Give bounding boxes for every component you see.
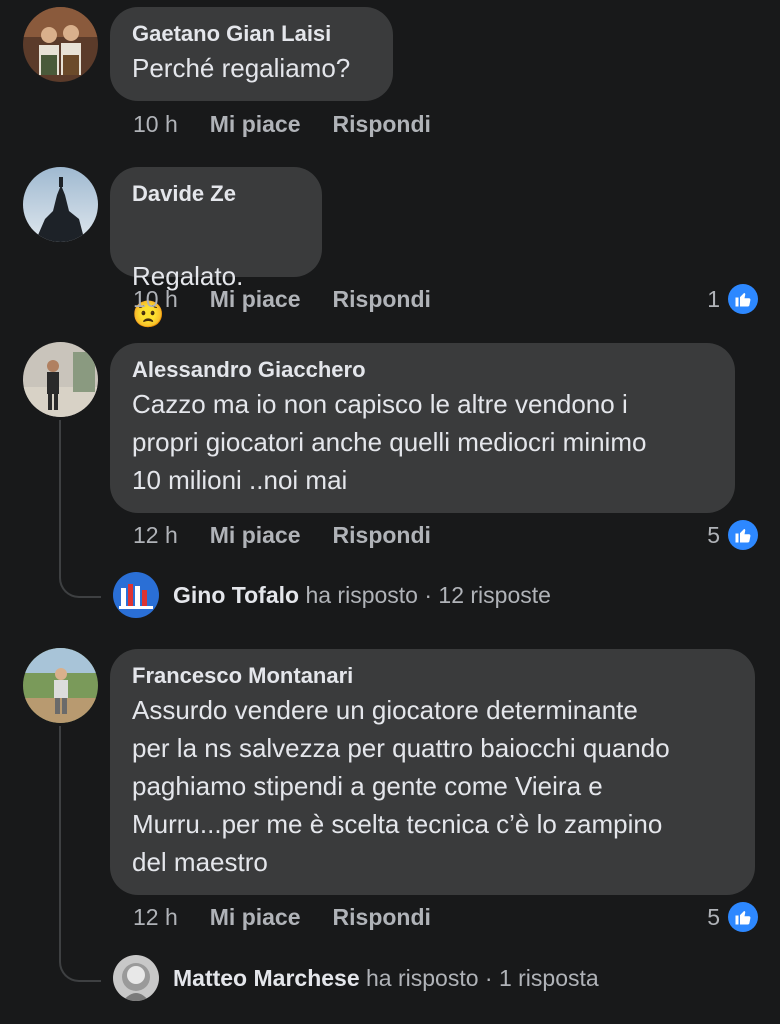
comment-actions: 12 h Mi piace Rispondi (133, 522, 431, 549)
comment-text: Assurdo vendere un giocatore determinant… (132, 695, 670, 877)
reply-avatar (113, 572, 159, 618)
avatar[interactable] (23, 7, 98, 82)
comment-time[interactable]: 12 h (133, 522, 178, 549)
like-button[interactable]: Mi piace (210, 286, 301, 313)
view-replies-link[interactable]: Matteo Marchese ha risposto · 1 risposta (113, 955, 599, 1001)
reply-author: Gino Tofalo (173, 581, 300, 608)
reply-action: ha risposto (366, 964, 479, 991)
comment-author[interactable]: Davide Ze (132, 179, 300, 209)
thumbs-up-icon (728, 284, 758, 314)
reply-action: ha risposto (305, 581, 418, 608)
reply-button[interactable]: Rispondi (333, 522, 431, 549)
comment-time[interactable]: 10 h (133, 111, 178, 138)
thread-connector (59, 568, 101, 598)
thumbs-up-icon (728, 520, 758, 550)
reply-button[interactable]: Rispondi (333, 286, 431, 313)
reply-avatar (113, 955, 159, 1001)
reply-button[interactable]: Rispondi (333, 111, 431, 138)
comment-time[interactable]: 10 h (133, 286, 178, 313)
comment-author[interactable]: Alessandro Giacchero (132, 355, 713, 385)
reaction-count[interactable]: 5 (707, 520, 758, 550)
reply-count: · 12 risposte (424, 581, 551, 608)
like-count: 5 (707, 521, 720, 548)
comment-bubble: Francesco Montanari Assurdo vendere un g… (110, 649, 755, 895)
reply-button[interactable]: Rispondi (333, 904, 431, 931)
reaction-count[interactable]: 5 (707, 902, 758, 932)
thread-line (59, 420, 61, 568)
thread-connector (59, 952, 101, 982)
like-count: 1 (707, 285, 720, 312)
comment-text: Cazzo ma io non capisco le altre vendono… (132, 389, 647, 495)
comment-actions: 10 h Mi piace Rispondi (133, 286, 431, 313)
like-count: 5 (707, 903, 720, 930)
avatar[interactable] (23, 342, 98, 417)
comment-bubble: Alessandro Giacchero Cazzo ma io non cap… (110, 343, 735, 513)
thread-line (59, 726, 61, 952)
comment-actions: 10 h Mi piace Rispondi (133, 111, 431, 138)
like-button[interactable]: Mi piace (210, 111, 301, 138)
avatar[interactable] (23, 167, 98, 242)
like-button[interactable]: Mi piace (210, 522, 301, 549)
comment-actions: 12 h Mi piace Rispondi (133, 904, 431, 931)
avatar[interactable] (23, 648, 98, 723)
comment-time[interactable]: 12 h (133, 904, 178, 931)
comment-bubble: Davide Ze Regalato. 😟 (110, 167, 322, 329)
like-button[interactable]: Mi piace (210, 904, 301, 931)
comment-bubble: Gaetano Gian Laisi Perché regaliamo? (110, 7, 393, 101)
reaction-count[interactable]: 1 (707, 284, 758, 314)
reply-count: · 1 risposta (484, 964, 599, 991)
view-replies-link[interactable]: Gino Tofalo ha risposto · 12 risposte (113, 572, 551, 618)
reply-author: Matteo Marchese (173, 964, 360, 991)
comment-author[interactable]: Gaetano Gian Laisi (132, 19, 371, 49)
thumbs-up-icon (728, 902, 758, 932)
comment-text: Perché regaliamo? (132, 53, 351, 83)
comment-author[interactable]: Francesco Montanari (132, 661, 733, 691)
